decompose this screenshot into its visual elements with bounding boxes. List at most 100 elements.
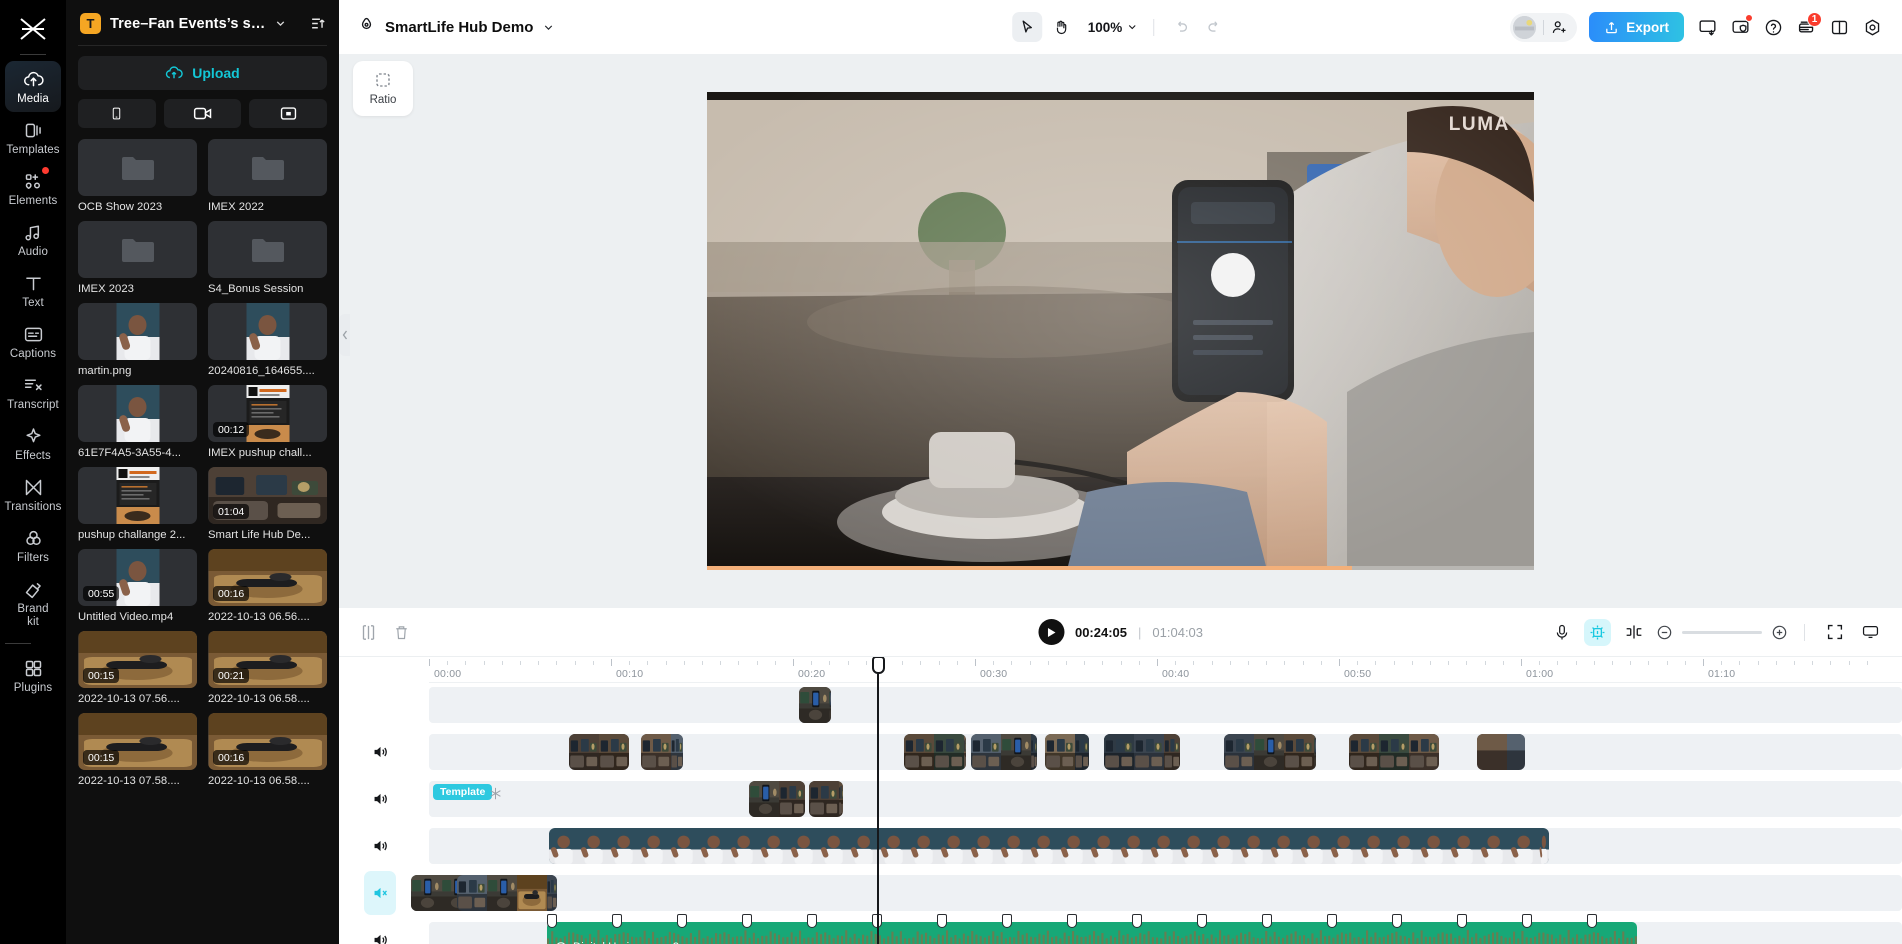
media-item[interactable]: IMEX 2023 <box>78 221 197 295</box>
media-thumbnail-box[interactable] <box>78 139 197 196</box>
broll-track[interactable] <box>374 730 1902 774</box>
sidebar-item-templates[interactable]: Templates <box>5 112 61 163</box>
media-item[interactable]: 61E7F4A5-3A55-4... <box>78 385 197 459</box>
media-thumbnail-box[interactable]: 00:21 <box>208 631 327 688</box>
chevron-down-icon[interactable] <box>274 17 287 30</box>
speaker-icon[interactable] <box>367 787 393 811</box>
timeline-clip[interactable] <box>1045 734 1089 770</box>
sidebar-item-text[interactable]: Text <box>5 265 61 316</box>
screen-record-icon[interactable] <box>249 99 328 128</box>
help-button[interactable] <box>1758 12 1789 43</box>
timeline-ruler[interactable]: 00:00 00:10 00:20 00:30 00:40 00:50 01:00 01:10 <box>429 657 1902 683</box>
keyframe-marker[interactable] <box>1262 914 1272 928</box>
timeline-clip[interactable] <box>971 734 1037 770</box>
ai-sparkle-icon[interactable] <box>1584 618 1611 646</box>
media-thumbnail-box[interactable]: 00:15 <box>78 713 197 770</box>
layout-toggle-button[interactable] <box>1824 12 1855 43</box>
keyframe-marker[interactable] <box>1392 914 1402 928</box>
overlay-track[interactable] <box>429 683 1902 727</box>
snowflake-icon[interactable] <box>489 787 502 803</box>
split-view-icon[interactable] <box>1620 619 1647 646</box>
timeline-clip[interactable] <box>641 734 683 770</box>
keyframe-marker[interactable] <box>612 914 622 928</box>
notifications-button[interactable]: 1 <box>1791 11 1822 43</box>
download-to-device-button[interactable] <box>1692 12 1723 43</box>
export-button[interactable]: Export <box>1589 12 1684 42</box>
sidebar-item-audio[interactable]: Audio <box>5 214 61 265</box>
timeline[interactable]: 00:00 00:10 00:20 00:30 00:40 00:50 01:00 01:10… <box>339 656 1902 944</box>
speaker-icon[interactable] <box>367 740 393 764</box>
keyframe-marker[interactable] <box>1067 914 1077 928</box>
media-item[interactable]: OCB Show 2023 <box>78 139 197 213</box>
muted-video-track[interactable] <box>364 871 1902 915</box>
keyframe-marker[interactable] <box>937 914 947 928</box>
keyframe-marker[interactable] <box>1587 914 1597 928</box>
redo-icon[interactable] <box>1199 12 1229 42</box>
media-thumbnail-box[interactable]: 00:12 <box>208 385 327 442</box>
speaker-muted-icon[interactable] <box>364 871 396 915</box>
media-item[interactable]: 00:15 2022-10-13 07.56.... <box>78 631 197 705</box>
keyframe-marker[interactable] <box>1132 914 1142 928</box>
timeline-clip[interactable] <box>749 781 805 817</box>
camera-record-icon[interactable] <box>163 99 242 128</box>
sidebar-item-brand-kit[interactable]: Brand kit <box>5 571 61 635</box>
media-thumbnail-box[interactable] <box>78 221 197 278</box>
upload-button[interactable]: Upload <box>78 56 327 90</box>
media-thumbnail-box[interactable] <box>78 385 197 442</box>
timeline-clip[interactable] <box>549 828 1549 864</box>
fit-screen-icon[interactable] <box>1821 619 1848 646</box>
media-item[interactable]: 00:16 2022-10-13 06.58.... <box>208 713 327 787</box>
app-logo-icon[interactable] <box>13 8 53 50</box>
keyframe-marker[interactable] <box>1327 914 1337 928</box>
keyframe-marker[interactable] <box>677 914 687 928</box>
template-track[interactable]: Template <box>374 777 1902 821</box>
cursor-arrow-icon[interactable] <box>1011 12 1042 42</box>
privacy-shield-button[interactable] <box>1725 12 1756 43</box>
play-button[interactable] <box>1037 619 1064 645</box>
split-clip-icon[interactable] <box>361 624 376 641</box>
video-preview[interactable]: LUMA <box>707 92 1534 570</box>
media-item[interactable]: 00:55 Untitled Video.mp4 <box>78 549 197 623</box>
media-thumbnail-box[interactable] <box>208 139 327 196</box>
timeline-clip[interactable] <box>809 781 843 817</box>
media-thumbnail-box[interactable] <box>208 221 327 278</box>
media-item[interactable]: 00:21 2022-10-13 06.58.... <box>208 631 327 705</box>
audio-track[interactable]: Digital Horizons.mp3 <box>374 914 1902 944</box>
playhead[interactable] <box>871 657 885 944</box>
settings-button[interactable] <box>1857 12 1888 43</box>
audio-clip[interactable]: Digital Horizons.mp3 <box>547 922 1637 944</box>
add-person-icon[interactable] <box>1551 19 1568 36</box>
keyframe-marker[interactable] <box>1002 914 1012 928</box>
project-cloud-title[interactable]: SmartLife Hub Demo <box>357 15 555 39</box>
media-item[interactable]: 01:04 Smart Life Hub De... <box>208 467 327 541</box>
monitor-icon[interactable] <box>1857 619 1884 646</box>
keyframe-marker[interactable] <box>1197 914 1207 928</box>
sidebar-item-elements[interactable]: Elements <box>5 163 61 214</box>
media-item[interactable]: S4_Bonus Session <box>208 221 327 295</box>
chevron-down-icon[interactable] <box>542 21 555 34</box>
sidebar-item-captions[interactable]: Captions <box>5 316 61 367</box>
timeline-zoom-slider[interactable] <box>1656 624 1788 641</box>
media-item[interactable]: 20240816_164655.... <box>208 303 327 377</box>
timeline-clip[interactable] <box>1224 734 1316 770</box>
media-thumbnail-box[interactable]: 00:16 <box>208 713 327 770</box>
playhead-knob[interactable] <box>871 657 885 674</box>
keyframe-marker[interactable] <box>742 914 752 928</box>
ratio-button[interactable]: Ratio <box>353 61 413 116</box>
panel-collapse-handle[interactable] <box>339 314 350 357</box>
timeline-clip[interactable] <box>569 734 629 770</box>
speaker-icon[interactable] <box>367 834 393 858</box>
media-item[interactable]: 00:12 IMEX pushup chall... <box>208 385 327 459</box>
undo-icon[interactable] <box>1165 12 1195 42</box>
main-video-track[interactable] <box>374 824 1902 868</box>
keyframe-marker[interactable] <box>1522 914 1532 928</box>
sidebar-item-media[interactable]: Media <box>5 61 61 112</box>
timeline-clip[interactable] <box>1349 734 1439 770</box>
zoom-level-select[interactable]: 100% <box>1080 20 1143 35</box>
media-thumbnail-box[interactable] <box>78 303 197 360</box>
timeline-clip[interactable] <box>457 875 557 911</box>
media-item[interactable]: IMEX 2022 <box>208 139 327 213</box>
keyframe-marker[interactable] <box>807 914 817 928</box>
sidebar-item-transcript[interactable]: Transcript <box>5 367 61 418</box>
plus-circle-icon[interactable] <box>1771 624 1788 641</box>
